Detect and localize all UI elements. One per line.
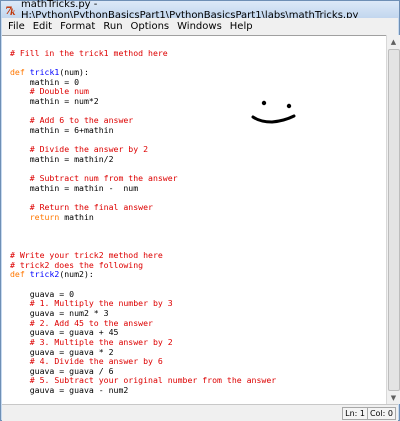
code-line[interactable]: ​ [10, 232, 276, 242]
python-idle-icon: 7 k [5, 4, 17, 16]
scroll-thumb[interactable] [388, 49, 400, 391]
code-line[interactable]: mathin = 6+mathin [10, 125, 276, 136]
menu-format[interactable]: Format [56, 18, 99, 35]
code-line[interactable]: # Fill in the trick1 method here [10, 48, 276, 59]
menu-bar: File Edit Format Run Options Windows Hel… [2, 18, 398, 35]
smiley-face-drawing [251, 100, 296, 124]
idle-editor-window: 7 k mathTricks.py - H:\Python\PythonBasi… [0, 0, 400, 421]
status-column: Col: 0 [366, 407, 396, 420]
code-line[interactable]: def trick2(num2): [10, 270, 276, 280]
code-line[interactable]: mathin = mathin/2 [10, 154, 276, 165]
scroll-up-icon[interactable]: ▲ [387, 35, 400, 48]
code-text[interactable]: ​ # Fill in the trick1 method here ​ def tr… [10, 39, 276, 404]
status-bar: Ln: 1 Col: 0 [2, 404, 398, 421]
code-line[interactable]: mathin = num*2 [10, 96, 276, 107]
menu-options[interactable]: Options [127, 18, 174, 35]
code-line[interactable]: return mathin [10, 212, 276, 223]
menu-edit[interactable]: Edit [29, 18, 56, 35]
code-line[interactable]: ​ [10, 222, 276, 232]
code-line[interactable]: gauva = guava - num2 [10, 385, 276, 396]
code-line[interactable]: mathin = mathin - num [10, 183, 276, 194]
menu-help[interactable]: Help [226, 18, 257, 35]
svg-text:k: k [10, 7, 16, 16]
scroll-down-icon[interactable]: ▼ [387, 391, 400, 404]
vertical-scrollbar[interactable]: ▲ ▼ [386, 35, 400, 404]
status-line: Ln: 1 [342, 407, 368, 420]
title-bar[interactable]: 7 k mathTricks.py - H:\Python\PythonBasi… [1, 0, 399, 21]
menu-windows[interactable]: Windows [173, 18, 226, 35]
code-editor[interactable]: ​ # Fill in the trick1 method here ​ def tr… [2, 35, 386, 404]
menu-run[interactable]: Run [99, 18, 126, 35]
code-line[interactable]: ​ [10, 396, 276, 404]
menu-file[interactable]: File [2, 18, 29, 35]
